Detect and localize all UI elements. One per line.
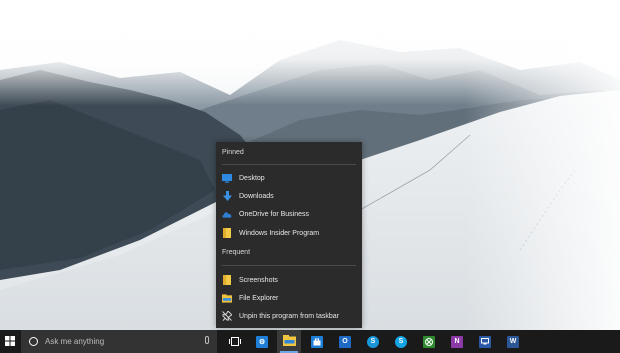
jump-item-windows-insider-program[interactable]: Windows Insider Program: [216, 225, 362, 241]
jump-item-label: Screenshots: [239, 276, 278, 284]
xbox-icon: [423, 335, 435, 348]
jump-item-screenshots[interactable]: Screenshots: [216, 272, 362, 288]
cortana-search-box[interactable]: Ask me anything: [21, 330, 217, 353]
jump-item-downloads[interactable]: Downloads: [216, 188, 362, 204]
word-icon: W: [507, 335, 519, 348]
pinned-header: Pinned: [222, 149, 244, 156]
file-explorer-icon: [282, 333, 296, 351]
taskbar-app-onenote[interactable]: N: [445, 330, 469, 353]
taskbar-app-outlook[interactable]: O: [333, 330, 357, 353]
frequent-header: Frequent: [222, 249, 251, 256]
taskbar-app-xbox[interactable]: [417, 330, 441, 353]
start-button[interactable]: [0, 330, 19, 353]
jump-item-label: Downloads: [239, 192, 274, 200]
settings-gear-icon: ⚙: [256, 335, 268, 348]
task-view-icon: [229, 333, 241, 351]
jump-item-onedrive-for-business[interactable]: OneDrive for Business: [216, 206, 362, 222]
taskbar-app-file-explorer[interactable]: [277, 330, 301, 353]
search-placeholder: Ask me anything: [45, 337, 105, 346]
taskbar-app-skype[interactable]: S: [389, 330, 413, 353]
cortana-icon: [29, 337, 38, 346]
skype-icon: S: [395, 335, 407, 348]
task-view-button[interactable]: [227, 330, 243, 353]
jump-item-file-explorer[interactable]: File Explorer: [216, 290, 362, 306]
taskbar-app-store[interactable]: [305, 330, 329, 353]
frequent-divider: [222, 265, 356, 266]
folder-icon: [222, 228, 232, 238]
jump-item-desktop[interactable]: Desktop: [216, 170, 362, 186]
onedrive-icon: [222, 209, 232, 219]
onenote-icon: N: [451, 335, 463, 348]
store-bag-icon: [311, 335, 323, 348]
download-arrow-icon: [222, 191, 232, 201]
jump-item-label: OneDrive for Business: [239, 210, 310, 218]
jump-item-label: Desktop: [239, 174, 265, 182]
folder-icon: [222, 275, 232, 285]
desktop-icon: [222, 173, 232, 183]
taskbar-app-settings[interactable]: ⚙: [250, 330, 274, 353]
unpin-icon: [222, 311, 232, 321]
taskbar-app-word[interactable]: W: [501, 330, 525, 353]
pinned-divider: [222, 164, 356, 165]
taskbar-jump-list: Pinned Desktop Downloads OneDrive for Bu…: [216, 142, 362, 328]
outlook-icon: O: [339, 335, 351, 348]
skype-for-business-icon: S: [367, 335, 379, 348]
file-explorer-icon: [222, 293, 232, 303]
jump-item-label: File Explorer: [239, 294, 279, 302]
remote-app-icon: [479, 335, 491, 348]
taskbar-app-skype-for-business[interactable]: S: [361, 330, 385, 353]
taskbar-app-remote[interactable]: [473, 330, 497, 353]
unpin-from-taskbar[interactable]: Unpin this program from taskbar: [216, 308, 362, 324]
jump-item-label: Unpin this program from taskbar: [239, 312, 339, 320]
microphone-icon[interactable]: [205, 336, 209, 344]
windows-logo-icon: [4, 333, 15, 351]
jump-item-label: Windows Insider Program: [239, 229, 320, 237]
